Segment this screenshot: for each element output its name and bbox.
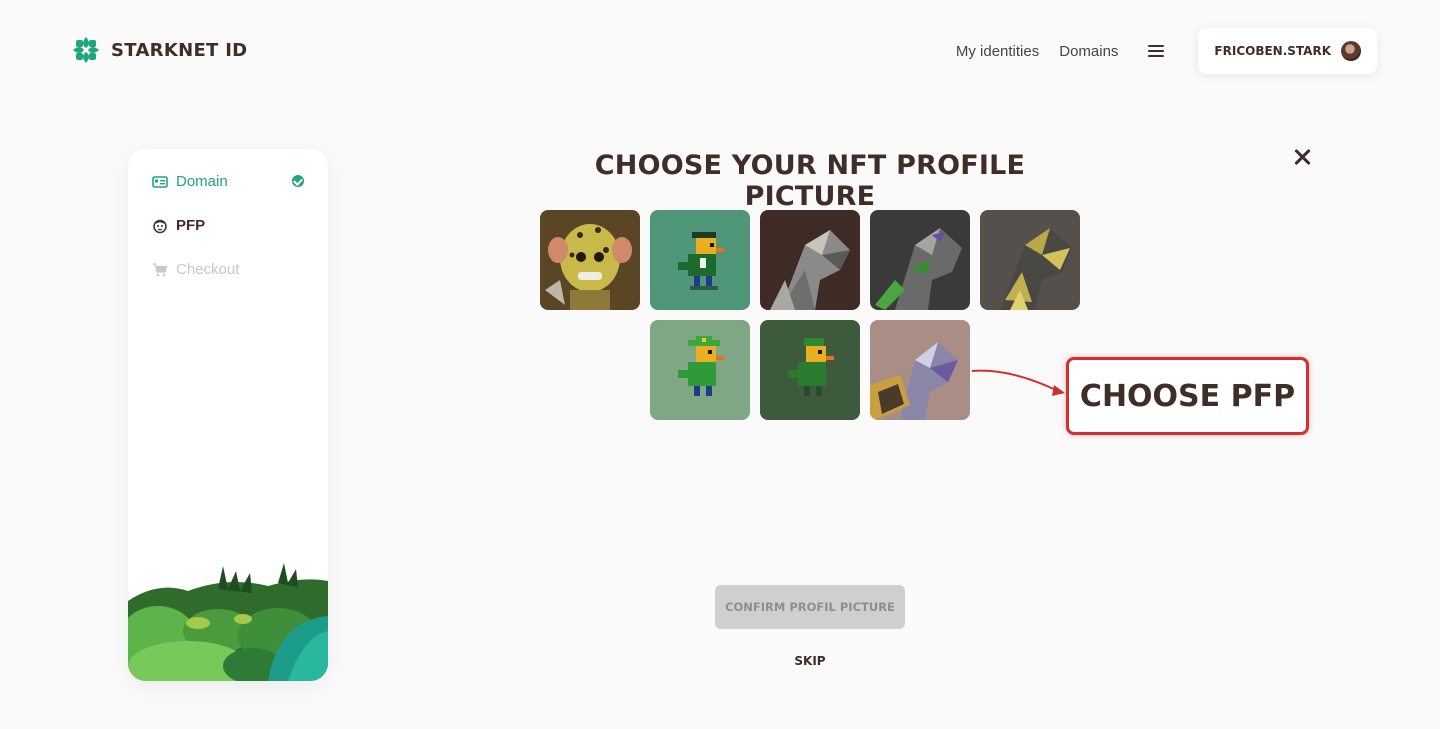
nft-card-dragon-purple[interactable]: [870, 320, 970, 420]
low-poly-dragon-image: [870, 210, 970, 310]
monkey-face-icon: [153, 219, 167, 233]
nft-card-duck-green-hat[interactable]: [650, 320, 750, 420]
nft-card-duck-green-dark[interactable]: [760, 320, 860, 420]
clover-logo-icon: [73, 37, 99, 63]
nft-card-duck-black-hat[interactable]: [650, 210, 750, 310]
step-label: Checkout: [176, 261, 240, 278]
low-poly-dragon-image: [980, 210, 1080, 310]
top-nav: My identities Domains FRICOBEN.STARK: [956, 28, 1377, 74]
check-circle-icon: [292, 175, 304, 187]
logo[interactable]: STARKNET ID: [71, 35, 247, 65]
steps-sidebar: Domain PFP Checkout: [128, 149, 328, 681]
hamburger-menu-icon[interactable]: [1148, 44, 1165, 58]
pixel-duck-image: [760, 320, 860, 420]
avatar: [1341, 41, 1361, 61]
pixel-duck-image: [650, 320, 750, 420]
cart-icon: [153, 262, 168, 276]
low-poly-dragon-image: [870, 320, 970, 420]
nav-my-identities[interactable]: My identities: [956, 43, 1039, 60]
brand-name: STARKNET ID: [111, 39, 248, 61]
step-domain[interactable]: Domain: [152, 173, 304, 190]
close-icon[interactable]: [1293, 148, 1311, 166]
page-title: CHOOSE YOUR NFT PROFILE PICTURE: [594, 150, 1026, 212]
nft-card-dragon-green[interactable]: [870, 210, 970, 310]
step-checkout: Checkout: [152, 261, 239, 278]
domain-card-icon: [152, 175, 168, 188]
nft-card-leopard-monkey[interactable]: [540, 210, 640, 310]
confirm-button[interactable]: CONFIRM PROFIL PICTURE: [715, 585, 905, 629]
annotation-arrow: [971, 369, 1065, 396]
nav-domains[interactable]: Domains: [1059, 43, 1118, 60]
account-name: FRICOBEN.STARK: [1214, 44, 1331, 58]
step-label: Domain: [176, 173, 228, 190]
leopard-monkey-image: [540, 210, 640, 310]
choose-pfp-annotation: CHOOSE PFP: [1066, 357, 1309, 435]
step-label: PFP: [176, 217, 206, 234]
step-pfp[interactable]: PFP: [152, 217, 205, 234]
nft-card-dragon-grey[interactable]: [760, 210, 860, 310]
nft-card-dragon-gold[interactable]: [980, 210, 1080, 310]
skip-link[interactable]: SKIP: [760, 654, 860, 668]
low-poly-dragon-image: [760, 210, 860, 310]
pixel-duck-image: [650, 210, 750, 310]
account-button[interactable]: FRICOBEN.STARK: [1198, 28, 1377, 74]
jungle-illustration: [128, 563, 328, 681]
